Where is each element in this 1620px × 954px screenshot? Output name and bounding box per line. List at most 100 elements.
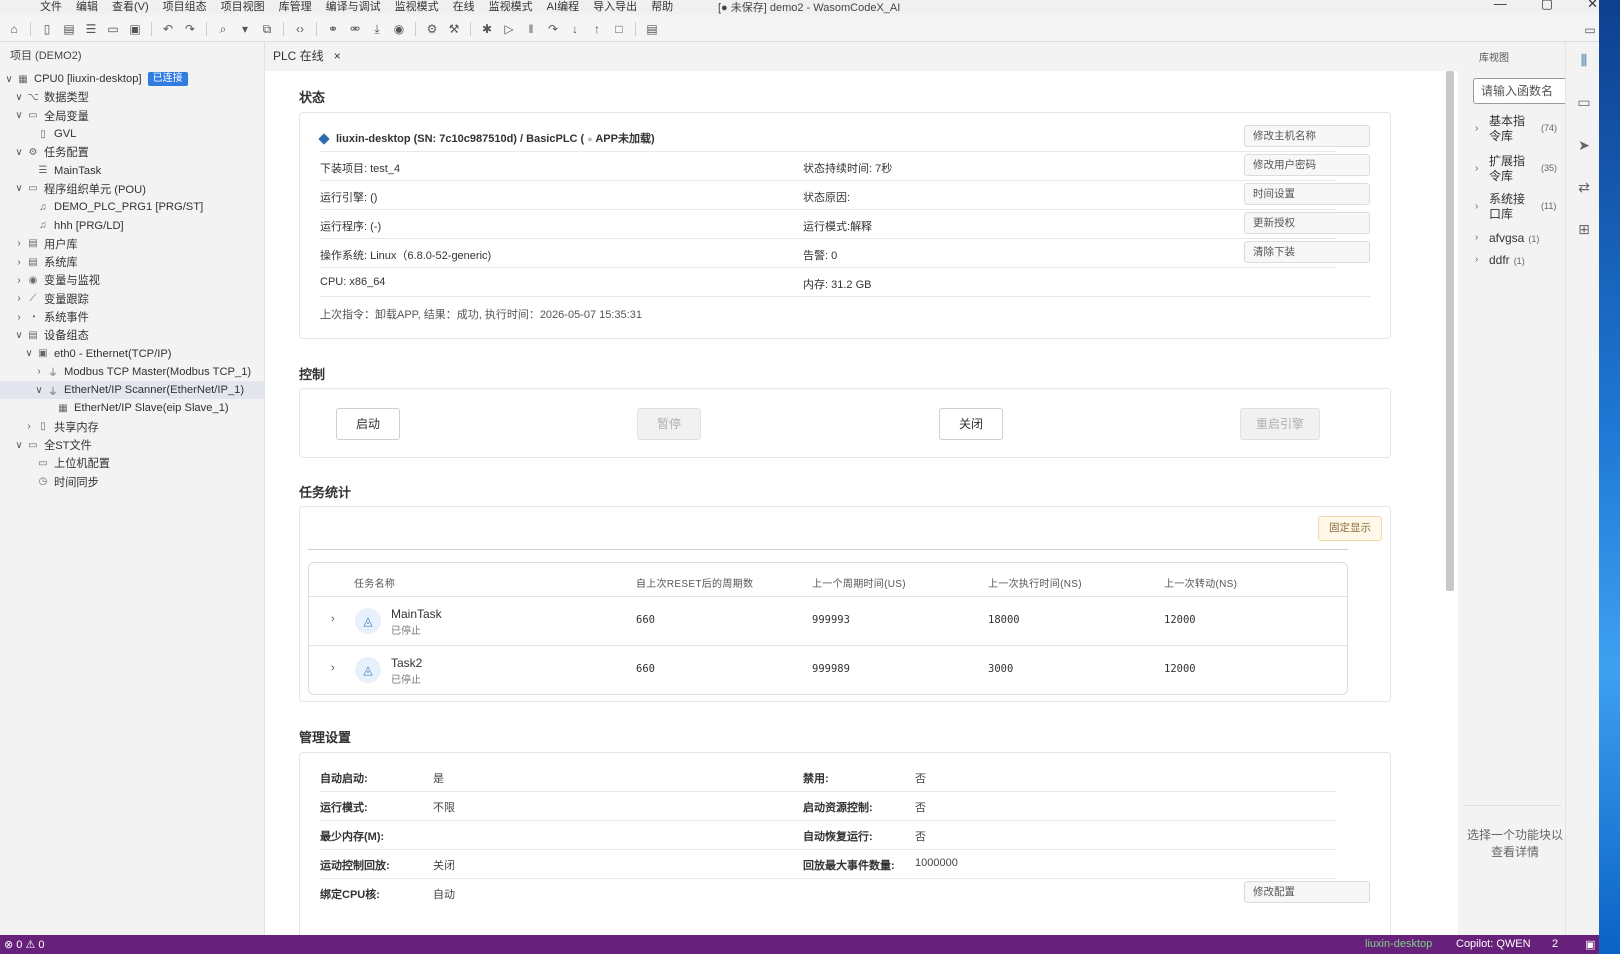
chevron-icon[interactable]: ∨ <box>14 330 24 341</box>
chevron-right-icon[interactable]: › <box>1475 254 1478 265</box>
chevron-icon[interactable]: ∨ <box>14 92 24 103</box>
tab-plc-online[interactable]: PLC 在线 × <box>267 42 347 71</box>
menu-item[interactable]: 在线 <box>453 0 475 14</box>
library-icon[interactable]: ⫼ <box>1575 52 1593 70</box>
tree-item[interactable]: › ▤ 系统库 <box>0 253 264 271</box>
tree-item[interactable]: ∨ ⏚ EtherNet/IP Scanner(EtherNet/IP_1) <box>0 381 264 400</box>
menu-item[interactable]: 项目视图 <box>221 0 265 14</box>
menu-item[interactable]: 查看(V) <box>112 0 149 14</box>
tree-item[interactable]: ∨ ▭ 程序组织单元 (POU) <box>0 180 264 198</box>
run-icon[interactable]: ▷ <box>501 21 517 37</box>
step-out-icon[interactable]: ↑ <box>589 21 605 37</box>
problems-indicator[interactable]: ⊗ 0 ⚠ 0 <box>4 938 44 951</box>
tree-item[interactable]: ▦ EtherNet/IP Slave(eip Slave_1) <box>0 399 264 417</box>
chevron-right-icon[interactable]: › <box>1475 232 1478 243</box>
library-item[interactable]: › afvgsa (1) <box>1475 231 1539 245</box>
chevron-icon[interactable]: ∨ <box>14 110 24 121</box>
table-row[interactable]: › ◬ MainTask 已停止 660 999993 18000 12000 <box>309 596 1347 645</box>
tree-item[interactable]: ▭ 上位机配置 <box>0 454 264 472</box>
copy-icon[interactable]: ⧉ <box>259 21 275 37</box>
library-item[interactable]: › 系统接口库 (11) <box>1475 192 1561 222</box>
control-button[interactable]: 关闭 <box>939 408 1003 440</box>
new-doc-icon[interactable]: ▤ <box>61 21 77 37</box>
chevron-icon[interactable]: ∨ <box>14 147 24 158</box>
status-action-button[interactable]: 更新授权 <box>1244 212 1370 234</box>
step-into-icon[interactable]: ↓ <box>567 21 583 37</box>
chevron-icon[interactable]: › <box>24 421 34 432</box>
chevron-down-icon[interactable]: ▾ <box>237 21 253 37</box>
undo-icon[interactable]: ↶ <box>160 21 176 37</box>
open-folder-icon[interactable]: ▭ <box>105 21 121 37</box>
chevron-right-icon[interactable]: › <box>1475 121 1478 136</box>
tree-item[interactable]: › ◔ 系统事件 <box>0 308 264 326</box>
notification-count[interactable]: 2 <box>1552 938 1558 950</box>
terminal-icon[interactable]: ▭ <box>1582 22 1598 38</box>
copilot-indicator[interactable]: Copilot: QWEN <box>1456 938 1531 950</box>
status-action-button[interactable]: 时间设置 <box>1244 183 1370 205</box>
tree-item[interactable]: › ▤ 用户库 <box>0 235 264 253</box>
chat-icon[interactable]: ▭ <box>1575 94 1593 112</box>
send-icon[interactable]: ➤ <box>1575 137 1593 155</box>
tree-item[interactable]: ∨ ▤ 设备组态 <box>0 326 264 344</box>
search-icon[interactable]: ⌕ <box>215 21 231 37</box>
extensions-icon[interactable]: ⊞ <box>1575 221 1593 239</box>
status-action-button[interactable]: 修改用户密码 <box>1244 154 1370 176</box>
download-icon[interactable]: ⤓ <box>369 21 385 37</box>
chevron-icon[interactable]: › <box>14 293 24 304</box>
chevron-icon[interactable]: ∨ <box>14 183 24 194</box>
menu-item[interactable]: 项目组态 <box>163 0 207 14</box>
chevron-right-icon[interactable]: › <box>1475 199 1478 214</box>
tree-item[interactable]: › ◉ 变量与监视 <box>0 271 264 289</box>
tree-item[interactable]: ∨ ▭ 全ST文件 <box>0 436 264 454</box>
tree-item[interactable]: › ⏚ Modbus TCP Master(Modbus TCP_1) <box>0 363 264 381</box>
status-action-button[interactable]: 清除下装 <box>1244 241 1370 263</box>
expand-chevron-icon[interactable]: › <box>331 662 335 674</box>
chevron-icon[interactable]: › <box>14 238 24 249</box>
chevron-icon[interactable]: ∨ <box>34 385 44 396</box>
menu-item[interactable]: 库管理 <box>279 0 312 14</box>
chevron-icon[interactable]: ∨ <box>14 440 24 451</box>
modify-config-button[interactable]: 修改配置 <box>1244 881 1370 903</box>
close-icon[interactable]: × <box>334 49 341 63</box>
function-search-input[interactable]: 请输入函数名 <box>1473 78 1573 104</box>
minimize-icon[interactable]: — <box>1494 0 1507 12</box>
save-icon[interactable]: ▣ <box>127 21 143 37</box>
library-item[interactable]: › 基本指令库 (74) <box>1475 114 1561 144</box>
pin-display-button[interactable]: 固定显示 <box>1318 516 1382 541</box>
flow-icon[interactable]: ⇄ <box>1575 179 1593 197</box>
menu-item[interactable]: 帮助 <box>651 0 673 14</box>
menu-item[interactable]: 监视模式 <box>395 0 439 14</box>
tree-item[interactable]: ☰ MainTask <box>0 161 264 179</box>
layout-icon[interactable]: ▣ <box>1585 938 1595 951</box>
control-button[interactable]: 启动 <box>336 408 400 440</box>
settings-icon[interactable]: ⚙ <box>424 21 440 37</box>
monitor-eye-icon[interactable]: ◉ <box>391 21 407 37</box>
list-icon[interactable]: ☰ <box>83 21 99 37</box>
pause-icon[interactable]: ‖ <box>523 21 539 37</box>
menu-item[interactable]: 文件 <box>40 0 62 14</box>
tree-item[interactable]: ∨ ⚙ 任务配置 <box>0 143 264 161</box>
calendar-icon[interactable]: ▤ <box>644 21 660 37</box>
tree-item[interactable]: › ⟋ 变量跟踪 <box>0 290 264 308</box>
debug-icon[interactable]: ✱ <box>479 21 495 37</box>
redo-icon[interactable]: ↷ <box>182 21 198 37</box>
expand-chevron-icon[interactable]: › <box>331 613 335 625</box>
chevron-icon[interactable]: ∨ <box>24 348 34 359</box>
new-file-icon[interactable]: ▯ <box>39 21 55 37</box>
tree-item[interactable]: › ▯ 共享内存 <box>0 418 264 436</box>
tree-item[interactable]: ♫ hhh [PRG/LD] <box>0 216 264 234</box>
library-item[interactable]: › ddfr (1) <box>1475 253 1525 267</box>
config-icon[interactable]: ⚒ <box>446 21 462 37</box>
tree-item[interactable]: ▯ GVL <box>0 125 264 143</box>
chevron-right-icon[interactable]: › <box>1475 161 1478 176</box>
menu-item[interactable]: 编译与调试 <box>326 0 381 14</box>
chevron-icon[interactable]: › <box>14 257 24 268</box>
menu-item[interactable]: 编辑 <box>76 0 98 14</box>
connection-indicator[interactable]: liuxin-desktop <box>1365 938 1432 950</box>
library-item[interactable]: › 扩展指令库 (35) <box>1475 154 1561 184</box>
menu-item[interactable]: 导入导出 <box>593 0 637 14</box>
tree-item[interactable]: ∨ ▭ 全局变量 <box>0 107 264 125</box>
scrollbar[interactable] <box>1446 71 1454 591</box>
tree-item[interactable]: ♫ DEMO_PLC_PRG1 [PRG/ST] <box>0 198 264 216</box>
status-action-button[interactable]: 修改主机名称 <box>1244 125 1370 147</box>
